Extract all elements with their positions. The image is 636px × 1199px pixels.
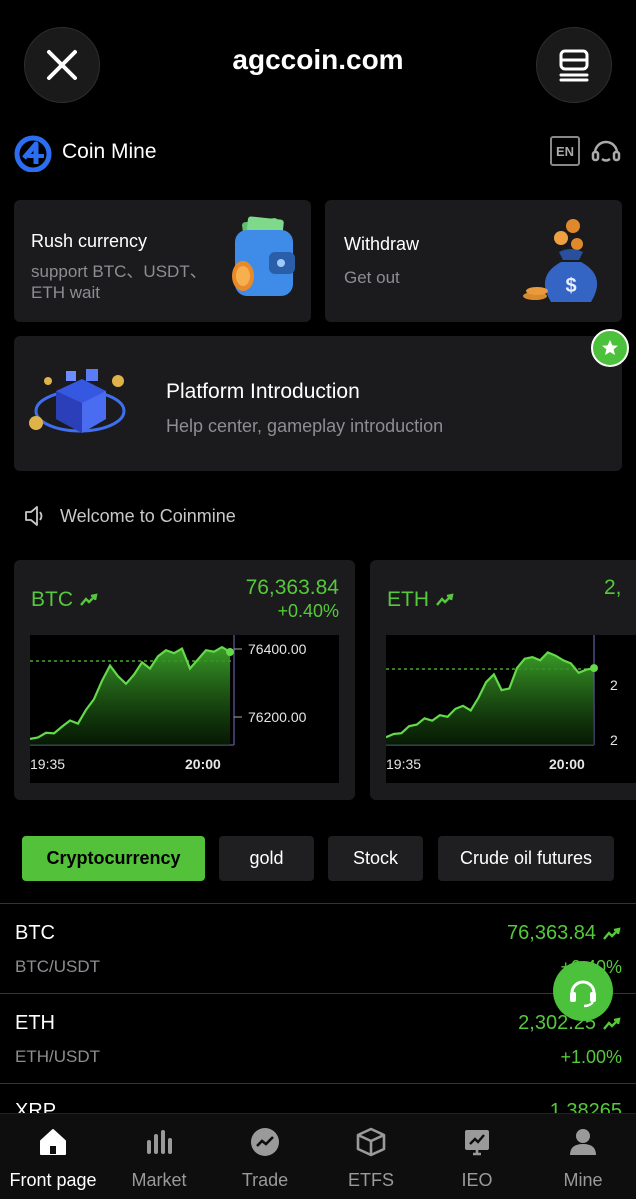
platform-introduction-card[interactable]: Platform Introduction Help center, gamep… <box>14 336 622 471</box>
btc-area-fill <box>30 647 230 745</box>
notice-text: Welcome to Coinmine <box>60 505 236 526</box>
withdraw-sub: Get out <box>344 268 400 287</box>
language-button[interactable]: EN <box>550 136 580 166</box>
eth-last-point <box>590 664 598 673</box>
withdraw-title: Withdraw <box>344 234 420 254</box>
withdraw-card[interactable]: Withdraw Get out $ <box>325 200 622 322</box>
x-tick-end: 20:00 <box>549 756 585 772</box>
brand-name: Coin Mine <box>62 140 157 163</box>
list-item[interactable]: ETH ETH/USDT 2,302.25 +1.00% <box>0 994 636 1083</box>
list-item[interactable]: BTC BTC/USDT 76,363.84 +0.40% <box>0 904 636 993</box>
nav-label: IEO <box>461 1170 493 1190</box>
list-item[interactable]: XRP 1.38265 <box>0 1084 636 1113</box>
x-tick-end: 20:00 <box>185 756 221 772</box>
platform-cube-illustration-icon <box>29 369 126 433</box>
y-tick-bottom: 2 <box>610 732 618 748</box>
nav-market[interactable]: Market <box>106 1114 212 1199</box>
box-icon <box>356 1127 386 1157</box>
coin-name: XRP <box>15 1100 57 1113</box>
eth-chart-card[interactable]: ETH 2, 2 2 19:35 20:00 <box>370 560 636 800</box>
money-bag-illustration-icon: $ <box>523 219 598 302</box>
platform-introduction-sub: Help center, gameplay introduction <box>166 416 444 436</box>
trend-up-icon <box>80 593 98 606</box>
nav-etfs[interactable]: ETFS <box>318 1114 424 1199</box>
btc-last-point <box>226 648 234 657</box>
svg-text:$: $ <box>565 275 576 297</box>
nav-trade[interactable]: Trade <box>212 1114 318 1199</box>
rush-currency-title: Rush currency <box>31 231 148 251</box>
coin-mine-logo-icon <box>14 135 52 172</box>
chart-symbol: BTC <box>31 588 99 612</box>
floating-support-button[interactable] <box>553 961 613 1021</box>
tab-cryptocurrency[interactable]: Cryptocurrency <box>22 836 205 881</box>
chart-symbol-label: BTC <box>31 588 73 611</box>
nav-label: Mine <box>563 1170 603 1190</box>
nav-label: Trade <box>241 1170 289 1190</box>
tab-gold[interactable]: gold <box>219 836 314 881</box>
trend-up-icon <box>603 926 621 940</box>
eth-price-chart: 2 2 19:35 20:00 <box>385 635 636 783</box>
nav-ieo[interactable]: IEO <box>424 1114 530 1199</box>
platform-introduction-title: Platform Introduction <box>166 380 360 403</box>
rush-currency-sub-line1: support BTC、USDT、 <box>31 262 207 281</box>
chart-price: 2, <box>604 576 622 599</box>
x-tick-start: 19:35 <box>30 756 65 772</box>
chart-price: 76,363.84 <box>245 576 339 599</box>
notice-bar: Welcome to Coinmine <box>24 503 236 529</box>
browser-bar: agccoin.com <box>0 0 636 128</box>
coin-pair: BTC/USDT <box>15 957 100 976</box>
trend-up-icon <box>436 593 454 606</box>
nav-mine[interactable]: Mine <box>530 1114 636 1199</box>
chart-symbol: ETH <box>387 588 455 612</box>
rush-currency-sub-line2: ETH wait <box>31 283 100 302</box>
nav-front-page[interactable]: Front page <box>0 1114 106 1199</box>
favorite-badge[interactable] <box>591 329 629 367</box>
coin-price: 76,363.84 <box>507 922 622 945</box>
bottom-nav: Front page Market Trade ETFS IEO Mine <box>0 1113 636 1199</box>
wallet-illustration-icon <box>232 216 295 296</box>
app-header: Coin Mine EN <box>14 130 622 176</box>
x-tick-start: 19:35 <box>386 756 421 772</box>
browser-menu-button[interactable] <box>536 27 612 103</box>
nav-label: Front page <box>9 1170 97 1190</box>
y-tick-bottom: 76200.00 <box>248 709 307 725</box>
bar-chart-icon <box>147 1130 172 1154</box>
eth-area-fill <box>386 652 594 745</box>
nav-label: Market <box>131 1170 187 1190</box>
chart-symbol-label: ETH <box>387 588 429 611</box>
menu-icon <box>559 49 589 82</box>
y-tick-top: 2 <box>610 677 618 693</box>
trend-up-icon <box>603 1016 621 1030</box>
home-icon <box>40 1129 66 1155</box>
coin-name: ETH <box>15 1012 55 1034</box>
coin-name: BTC <box>15 922 55 944</box>
tab-stock[interactable]: Stock <box>328 836 423 881</box>
trend-circle-icon <box>251 1128 279 1156</box>
coin-price-value: 76,363.84 <box>507 922 596 944</box>
coin-price: 1.38265 <box>550 1100 622 1113</box>
coin-change: +1.00% <box>560 1047 622 1067</box>
speaker-icon <box>25 506 43 526</box>
nav-label: ETFS <box>347 1170 394 1190</box>
rush-currency-card[interactable]: Rush currency support BTC、USDT、 ETH wait <box>14 200 311 322</box>
headset-icon <box>570 980 596 1008</box>
chart-change: +0.40% <box>277 601 339 621</box>
star-icon <box>602 340 618 355</box>
btc-price-chart: 76400.00 76200.00 19:35 20:00 <box>29 635 339 783</box>
user-icon <box>570 1129 596 1155</box>
coin-pair: ETH/USDT <box>15 1047 100 1066</box>
btc-chart-card[interactable]: BTC 76,363.84 +0.40% 76400.00 76200.00 1… <box>14 560 355 800</box>
btc-area-chart: 76400.00 76200.00 19:35 20:00 <box>29 635 307 772</box>
y-tick-top: 76400.00 <box>248 641 307 657</box>
chart-board-icon <box>465 1130 489 1156</box>
eth-area-chart: 2 2 19:35 20:00 <box>385 635 618 772</box>
tab-crude-oil-futures[interactable]: Crude oil futures <box>438 836 614 881</box>
coin-price-value: 1.38265 <box>549 1100 622 1113</box>
customer-service-icon[interactable] <box>590 135 622 167</box>
